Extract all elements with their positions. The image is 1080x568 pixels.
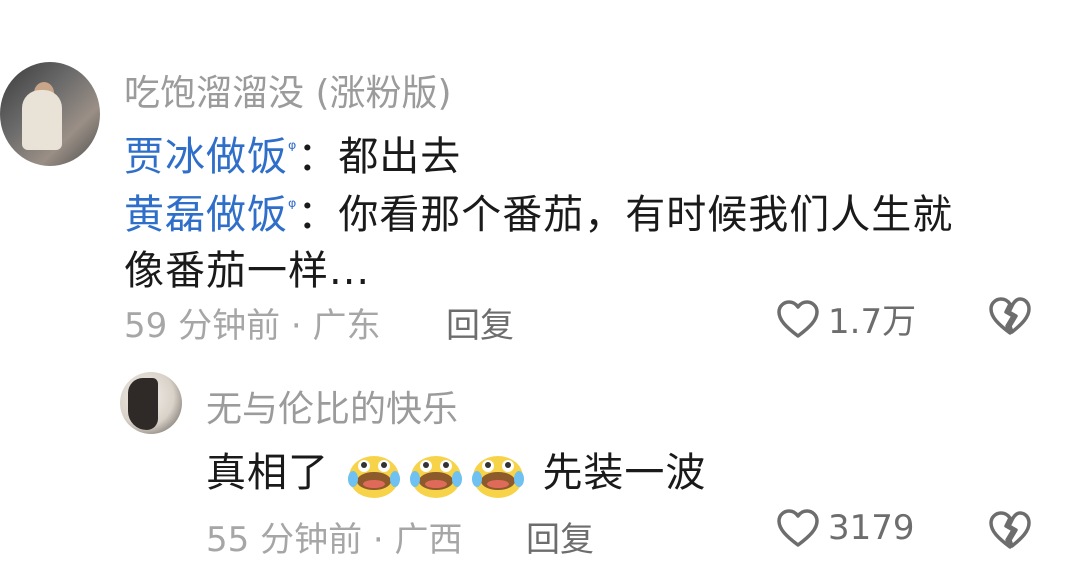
colon: ：: [297, 134, 339, 180]
broken-heart-icon: [989, 297, 1031, 335]
like-button[interactable]: 3179: [776, 508, 915, 548]
comment-text-line: 贾冰做饭ᵠ：都出去: [124, 124, 461, 182]
broken-heart-icon: [989, 511, 1031, 549]
crying-laughing-emoji-icon: [471, 456, 524, 498]
avatar[interactable]: [0, 62, 100, 166]
avatar[interactable]: [120, 372, 182, 434]
comment-text: 都出去: [338, 134, 462, 180]
comment-username[interactable]: 吃饱溜溜没 (涨粉版): [124, 64, 452, 116]
dislike-button[interactable]: [988, 296, 1032, 340]
heart-icon: [777, 509, 819, 547]
comment-text-line: 黄磊做饭ᵠ：你看那个番茄，有时候我们人生就: [124, 182, 953, 240]
mention-link[interactable]: 贾冰做饭: [124, 134, 288, 180]
dislike-button[interactable]: [988, 510, 1032, 554]
mention-link[interactable]: 黄磊做饭: [124, 192, 288, 238]
crying-laughing-emoji-icon: [347, 456, 400, 498]
like-count: 3179: [828, 508, 915, 548]
heart-icon: [777, 299, 819, 338]
crying-laughing-emoji-icon: [409, 456, 462, 498]
colon: ：: [297, 192, 339, 238]
search-icon: ᵠ: [288, 194, 298, 219]
like-button[interactable]: 1.7万: [776, 294, 916, 343]
comment-text-line: 真相了 先装一波: [206, 440, 706, 499]
comment-meta: 59 分钟前 · 广东: [124, 306, 381, 346]
comment-username[interactable]: 无与伦比的快乐: [206, 380, 458, 432]
comment-text-line: 像番茄一样...: [124, 248, 371, 294]
like-count: 1.7万: [828, 302, 917, 342]
comment-text: 真相了: [206, 450, 329, 496]
comment-text: 你看那个番茄，有时候我们人生就: [338, 192, 954, 238]
comment-text: 先装一波: [542, 450, 707, 496]
reply-button[interactable]: 回复: [526, 512, 594, 561]
search-icon: ᵠ: [288, 136, 298, 161]
comment-meta: 55 分钟前 · 广西: [206, 520, 463, 560]
reply-button[interactable]: 回复: [446, 298, 514, 347]
